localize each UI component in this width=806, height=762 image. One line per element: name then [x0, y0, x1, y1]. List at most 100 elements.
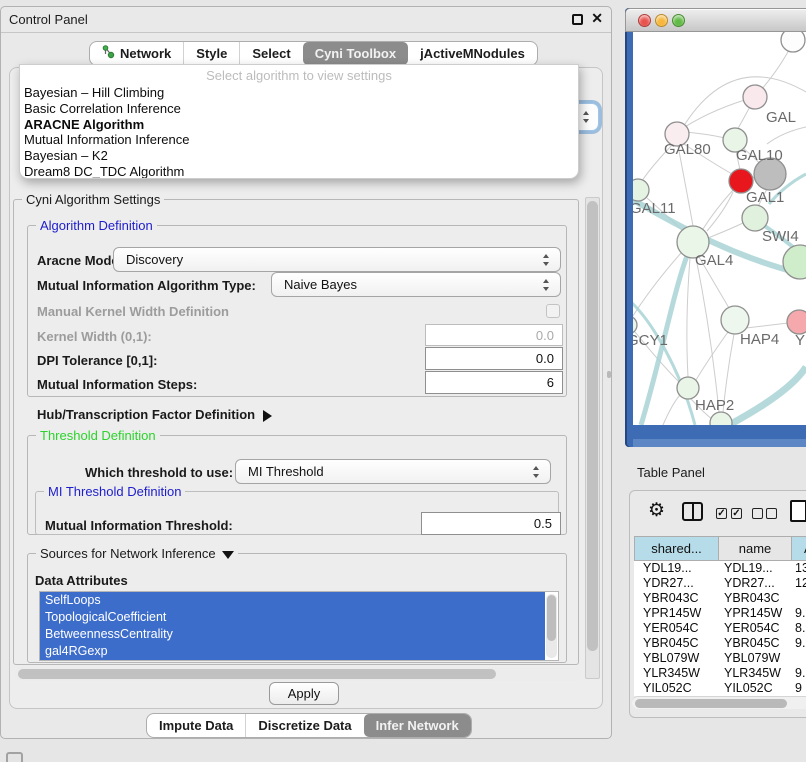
tab-label: Select: [252, 46, 290, 61]
close-light[interactable]: [638, 14, 651, 27]
table-cell: 9.: [792, 666, 806, 681]
node-label-gal: GAL: [766, 109, 796, 126]
network-node-hap4[interactable]: [721, 306, 749, 334]
table-row[interactable]: YBR045CYBR045C9.: [634, 636, 806, 651]
column-header-shared[interactable]: shared...: [634, 536, 719, 561]
checked-checkbox-icon[interactable]: ✓: [716, 508, 727, 519]
tab-jactivemnodules[interactable]: jActiveMNodules: [408, 42, 537, 65]
algorithm-definition-title: Algorithm Definition: [36, 218, 157, 233]
dpi-tolerance-field[interactable]: 0.0: [425, 347, 563, 370]
checked-checkbox-icon[interactable]: ✓: [731, 508, 742, 519]
tab-infer-network[interactable]: Infer Network: [364, 714, 471, 737]
network-graph-icon: [102, 45, 115, 62]
column-header-name[interactable]: name: [719, 536, 792, 561]
tab-label: Style: [196, 46, 227, 61]
network-node[interactable]: [781, 32, 805, 52]
table-cell: YBR045C: [634, 636, 719, 651]
attribute-item-topologicalcoefficient[interactable]: TopologicalCoefficient: [40, 609, 545, 626]
table-row[interactable]: YBL079WYBL079W: [634, 651, 806, 666]
table-cell: YPR145W: [634, 606, 719, 621]
algorithm-option-aracne-algorithm[interactable]: ARACNE Algorithm: [20, 117, 578, 133]
mi-algorithm-type-label: Mutual Information Algorithm Type:: [37, 278, 256, 293]
attribute-item-betweennesscentrality[interactable]: BetweennessCentrality: [40, 626, 545, 643]
table-row[interactable]: YER054CYER054C8.: [634, 621, 806, 636]
settings-vertical-scrollbar[interactable]: [585, 197, 600, 679]
float-icon[interactable]: [572, 14, 583, 25]
settings-horizontal-scrollbar[interactable]: [15, 667, 581, 681]
apply-button[interactable]: Apply: [269, 682, 339, 705]
sources-title[interactable]: Sources for Network Inference: [36, 546, 238, 561]
tab-style[interactable]: Style: [183, 42, 239, 65]
table-cell: YBL079W: [719, 651, 792, 666]
aracne-mode-combobox[interactable]: Discovery: [113, 247, 561, 272]
tab-cyni-toolbox[interactable]: Cyni Toolbox: [303, 42, 408, 65]
table-panel-toolbar: ⚙ ✓ ✓: [630, 491, 806, 533]
mi-algorithm-type-combobox[interactable]: Naive Bayes: [271, 272, 561, 297]
cyni-bottom-tabs: Impute DataDiscretize Data Infer Network: [146, 713, 472, 738]
which-threshold-combobox[interactable]: MI Threshold: [235, 459, 551, 484]
network-node-gal[interactable]: [743, 85, 767, 109]
minimize-light[interactable]: [655, 14, 668, 27]
column-header-a[interactable]: A: [792, 536, 806, 561]
table-cell: YBL079W: [634, 651, 719, 666]
tab-network[interactable]: Network: [90, 42, 183, 65]
network-canvas[interactable]: GALGAL80GAL10GAL1GAL11SWI4GAL4GCY1HAP4YH…: [633, 32, 806, 425]
kernel-width-field[interactable]: 0.0: [425, 324, 563, 346]
unchecked-checkbox-icon[interactable]: [752, 508, 763, 519]
tab-label: Infer Network: [376, 718, 459, 733]
table-row[interactable]: YDL19...YDL19...13: [634, 561, 806, 576]
attribute-item-selfloops[interactable]: SelfLoops: [40, 592, 545, 609]
network-edge: [663, 394, 681, 425]
mi-steps-field[interactable]: 6: [425, 371, 563, 394]
splitter-handle[interactable]: [607, 371, 611, 378]
mi-threshold-field[interactable]: 0.5: [421, 512, 561, 535]
hub-definition-expander[interactable]: Hub/Transcription Factor Definition: [37, 407, 272, 422]
page-icon[interactable]: [790, 500, 806, 522]
table-horizontal-scrollbar[interactable]: [632, 696, 806, 709]
table-row[interactable]: YIL052CYIL052C9: [634, 681, 806, 696]
algorithm-option-bayesian-k2[interactable]: Bayesian – K2: [20, 148, 578, 164]
tab-select[interactable]: Select: [239, 42, 302, 65]
network-node[interactable]: [783, 245, 806, 279]
tab-discretize-data[interactable]: Discretize Data: [245, 714, 363, 737]
tab-impute-data[interactable]: Impute Data: [147, 714, 245, 737]
combobox-stepper-icon: [543, 254, 550, 266]
network-edge: [703, 190, 733, 229]
network-node-y[interactable]: [787, 310, 806, 334]
minimized-panel-chip[interactable]: [6, 752, 23, 762]
gear-icon[interactable]: ⚙: [648, 499, 665, 522]
node-label-gal11: GAL11: [633, 200, 676, 217]
algorithm-dropdown-popup: Select algorithm to view settings Bayesi…: [19, 64, 579, 179]
algorithm-option-dream8-dc-tdc-algorithm[interactable]: Dream8 DC_TDC Algorithm: [20, 164, 578, 179]
split-view-icon[interactable]: [682, 502, 703, 521]
table-row[interactable]: YPR145WYPR145W9.: [634, 606, 806, 621]
table-row[interactable]: YBR043CYBR043C: [634, 591, 806, 606]
table-row[interactable]: YLR345WYLR345W9.: [634, 666, 806, 681]
table-cell: YIL052C: [719, 681, 792, 696]
attributes-list-scrollbar[interactable]: [546, 594, 557, 658]
network-window-bottom-frame: [633, 425, 806, 447]
table-cell: YLR345W: [634, 666, 719, 681]
algorithm-option-bayesian-hill-climbing[interactable]: Bayesian – Hill Climbing: [20, 85, 578, 101]
table-cell: [792, 651, 806, 666]
network-edge: [633, 300, 695, 425]
algorithm-dropdown-placeholder: Select algorithm to view settings: [20, 65, 578, 85]
table-cell: YDL19...: [719, 561, 792, 576]
algorithm-option-basic-correlation-inference[interactable]: Basic Correlation Inference: [20, 101, 578, 117]
table-panel-title: Table Panel: [637, 465, 705, 480]
unchecked-checkbox-icon[interactable]: [766, 508, 777, 519]
algorithm-option-mutual-information-inference[interactable]: Mutual Information Inference: [20, 132, 578, 148]
which-threshold-value: MI Threshold: [248, 464, 324, 479]
close-icon[interactable]: ✕: [591, 10, 603, 27]
table-row[interactable]: YDR27...YDR27...12: [634, 576, 806, 591]
table-cell: YBR043C: [719, 591, 792, 606]
zoom-light[interactable]: [672, 14, 685, 27]
network-node-gal11[interactable]: [633, 179, 649, 201]
attribute-item-gal4rgexp[interactable]: gal4RGexp: [40, 643, 545, 660]
network-window-titlebar: [625, 8, 806, 32]
manual-kernel-width-checkbox[interactable]: [546, 304, 560, 318]
data-attributes-label: Data Attributes: [35, 573, 128, 588]
network-edge: [746, 323, 788, 328]
network-node-hap2[interactable]: [677, 377, 699, 399]
table-cell: YER054C: [719, 621, 792, 636]
